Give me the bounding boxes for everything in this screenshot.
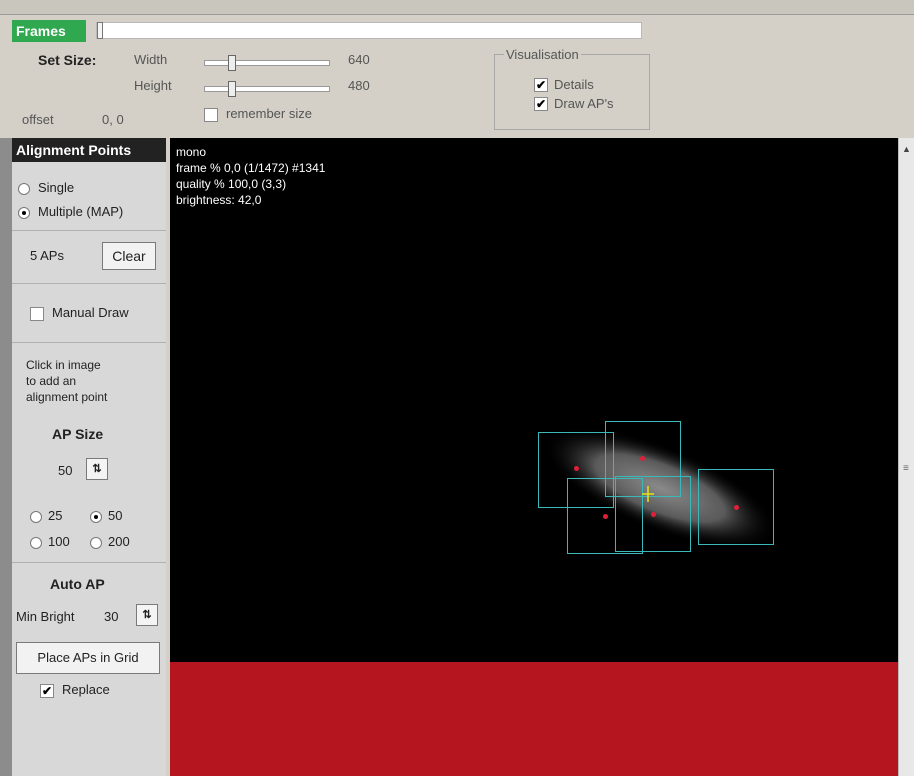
ap-size-value: 50 bbox=[58, 463, 73, 478]
width-value: 640 bbox=[348, 52, 370, 67]
divider bbox=[12, 562, 166, 563]
details-checkbox[interactable]: ✔ bbox=[534, 78, 548, 92]
alignment-sidebar bbox=[12, 138, 166, 776]
offset-value: 0, 0 bbox=[102, 112, 124, 127]
info-line: brightness: 42,0 bbox=[176, 193, 262, 207]
clear-button[interactable]: Clear bbox=[102, 242, 156, 270]
scroll-grip-icon[interactable]: ≡ bbox=[903, 463, 909, 474]
ap-center-dot bbox=[651, 512, 656, 517]
mode-single-label: Single bbox=[38, 180, 75, 195]
window-top-strip bbox=[0, 0, 914, 15]
info-line: quality % 100,0 (3,3) bbox=[176, 177, 287, 191]
left-edge-strip bbox=[0, 138, 12, 776]
size-25-radio[interactable] bbox=[30, 511, 42, 523]
help-line: to add an bbox=[26, 374, 77, 388]
min-bright-label: Min Bright bbox=[16, 609, 75, 624]
size-100-label: 100 bbox=[48, 534, 70, 549]
width-label: Width bbox=[134, 52, 168, 67]
width-slider[interactable] bbox=[204, 60, 330, 66]
manual-draw-label: Manual Draw bbox=[52, 305, 129, 320]
remember-size-label: remember size bbox=[226, 106, 312, 121]
frames-tab[interactable]: Frames bbox=[12, 20, 86, 42]
ap-center-dot bbox=[574, 466, 579, 471]
viewer-info: mono frame % 0,0 (1/1472) #1341 quality … bbox=[176, 144, 325, 208]
ap-size-title: AP Size bbox=[52, 426, 104, 442]
mode-multiple-label: Multiple (MAP) bbox=[38, 204, 124, 219]
set-size-label: Set Size: bbox=[38, 52, 97, 68]
min-bright-value: 30 bbox=[104, 609, 119, 624]
size-200-label: 200 bbox=[108, 534, 130, 549]
divider bbox=[12, 342, 166, 343]
replace-label: Replace bbox=[62, 682, 110, 697]
manual-draw-checkbox[interactable] bbox=[30, 307, 44, 321]
viewer-background-area bbox=[170, 662, 898, 776]
size-50-radio[interactable] bbox=[90, 511, 102, 523]
visualisation-group bbox=[494, 54, 650, 130]
scroll-up-icon[interactable]: ▲ bbox=[902, 144, 911, 154]
ap-count: 5 APs bbox=[30, 248, 64, 263]
frame-slider[interactable] bbox=[96, 22, 642, 39]
auto-ap-title: Auto AP bbox=[50, 576, 105, 592]
crosshair-icon bbox=[642, 486, 654, 502]
width-slider-thumb[interactable] bbox=[228, 55, 236, 71]
details-label: Details bbox=[554, 77, 594, 92]
size-50-label: 50 bbox=[108, 508, 123, 523]
height-slider-thumb[interactable] bbox=[228, 81, 236, 97]
divider bbox=[12, 283, 166, 284]
info-line: mono bbox=[176, 145, 207, 159]
mode-single-radio[interactable] bbox=[18, 183, 30, 195]
size-25-label: 25 bbox=[48, 508, 63, 523]
draw-aps-checkbox[interactable]: ✔ bbox=[534, 97, 548, 111]
height-label: Height bbox=[134, 78, 172, 93]
draw-aps-label: Draw AP's bbox=[554, 96, 614, 111]
help-line: alignment point bbox=[26, 390, 108, 404]
info-line: frame % 0,0 (1/1472) #1341 bbox=[176, 161, 326, 175]
help-text: Click in image to add an alignment point bbox=[26, 357, 107, 405]
frame-slider-thumb[interactable] bbox=[97, 22, 103, 39]
help-line: Click in image bbox=[26, 358, 101, 372]
place-aps-grid-button[interactable]: Place APs in Grid bbox=[16, 642, 160, 674]
offset-label: offset bbox=[22, 112, 54, 127]
size-200-radio[interactable] bbox=[90, 537, 102, 549]
image-viewer[interactable]: mono frame % 0,0 (1/1472) #1341 quality … bbox=[170, 138, 898, 662]
viewer-scrollbar[interactable]: ▲ ≡ bbox=[898, 138, 914, 776]
alignment-header: Alignment Points bbox=[12, 138, 166, 162]
height-value: 480 bbox=[348, 78, 370, 93]
ap-center-dot bbox=[603, 514, 608, 519]
ap-size-spin-icon[interactable]: ⇅ bbox=[86, 458, 108, 480]
divider bbox=[12, 230, 166, 231]
ap-center-dot bbox=[734, 505, 739, 510]
visualisation-title: Visualisation bbox=[504, 47, 581, 62]
remember-size-checkbox[interactable] bbox=[204, 108, 218, 122]
replace-checkbox[interactable]: ✔ bbox=[40, 684, 54, 698]
ap-center-dot bbox=[640, 456, 645, 461]
min-bright-spin-icon[interactable]: ⇅ bbox=[136, 604, 158, 626]
height-slider[interactable] bbox=[204, 86, 330, 92]
mode-multiple-radio[interactable] bbox=[18, 207, 30, 219]
size-100-radio[interactable] bbox=[30, 537, 42, 549]
